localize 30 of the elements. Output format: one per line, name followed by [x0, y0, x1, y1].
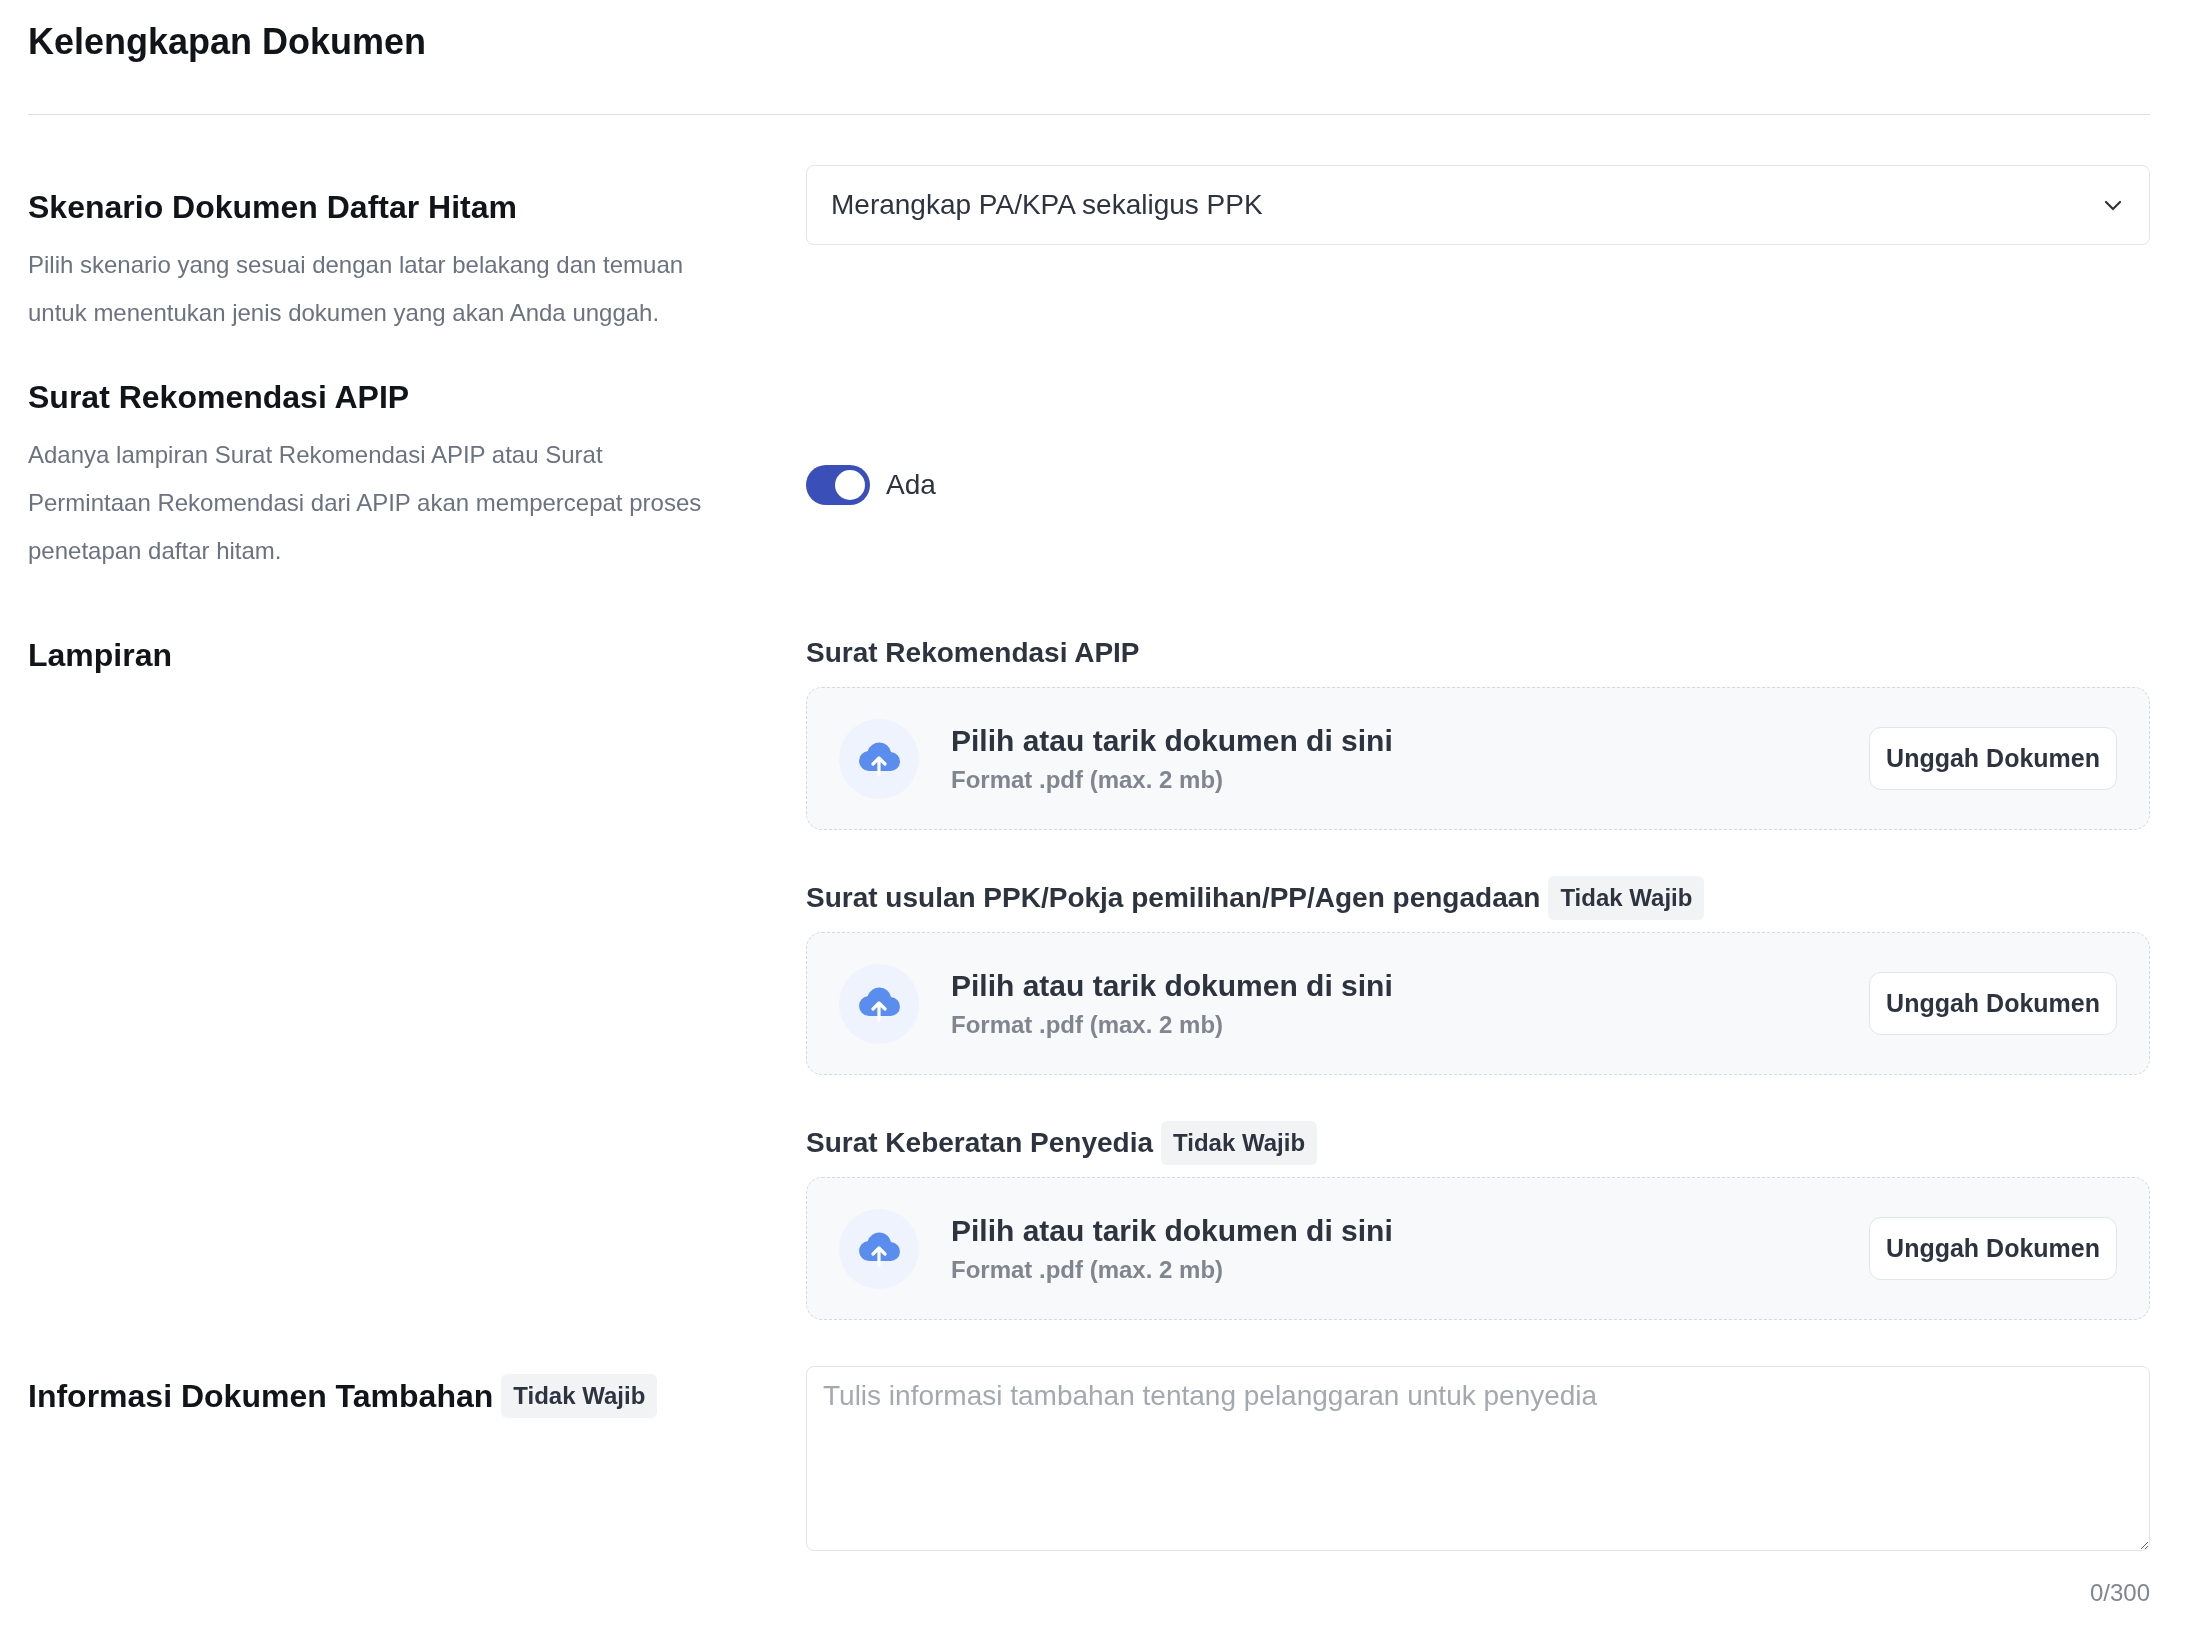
section-title: Lampiran	[28, 636, 174, 675]
upload-prompt: Pilih atau tarik dokumen di sini	[951, 967, 1393, 1004]
section-description: Adanya lampiran Surat Rekomendasi APIP atau Surat Permintaan Rekomendasi dari APIP akan mempercepat proses penetapan daftar hitam.	[28, 440, 703, 566]
section-title: Skenario Dokumen Daftar Hitam	[28, 188, 518, 227]
upload-dropzone[interactable]: Pilih atau tarik dokumen di sini Format .pdf (max. 2 mb) Unggah Dokumen	[806, 1177, 2150, 1320]
upload-prompt: Pilih atau tarik dokumen di sini	[951, 1212, 1393, 1249]
upload-button[interactable]: Unggah Dokumen	[1869, 971, 2117, 1036]
upload-dropzone[interactable]: Pilih atau tarik dokumen di sini Format .pdf (max. 2 mb) Unggah Dokumen	[806, 932, 2150, 1075]
optional-badge: Tidak Wajib	[1548, 876, 1705, 920]
optional-badge: Tidak Wajib	[1161, 1121, 1318, 1165]
upload-prompt: Pilih atau tarik dokumen di sini	[951, 722, 1393, 759]
page-title: Kelengkapan Dokumen	[28, 20, 428, 64]
attachment-label: Surat usulan PPK/Pokja pemilihan/PP/Agen pengadaan	[806, 881, 1541, 915]
attachment-label: Surat Rekomendasi APIP	[806, 636, 1140, 670]
section-description: Pilih skenario yang sesuai dengan latar belakang dan temuan untuk menentukan jenis dokumen yang akan Anda unggah.	[28, 250, 685, 328]
section-title: Informasi Dokumen Tambahan	[28, 1377, 494, 1416]
additional-info-textarea[interactable]: Tulis informasi tambahan tentang pelanggaran untuk penyedia	[806, 1366, 2150, 1551]
upload-button[interactable]: Unggah Dokumen	[1869, 726, 2117, 791]
upload-hint: Format .pdf (max. 2 mb)	[951, 764, 1225, 795]
upload-dropzone[interactable]: Pilih atau tarik dokumen di sini Format .pdf (max. 2 mb) Unggah Dokumen	[806, 687, 2150, 830]
scenario-dropdown[interactable]: Merangkap PA/KPA sekaligus PPK	[806, 165, 2150, 245]
character-counter: 0/300	[2089, 1578, 2150, 1608]
upload-hint: Format .pdf (max. 2 mb)	[951, 1254, 1225, 1285]
upload-button[interactable]: Unggah Dokumen	[1869, 1216, 2117, 1281]
upload-hint: Format .pdf (max. 2 mb)	[951, 1009, 1225, 1040]
toggle-switch[interactable]	[806, 465, 870, 505]
optional-badge: Tidak Wajib	[501, 1374, 658, 1418]
attachment-label: Surat Keberatan Penyedia	[806, 1126, 1154, 1160]
toggle-label: Ada	[886, 468, 936, 502]
section-title: Surat Rekomendasi APIP	[28, 378, 411, 417]
